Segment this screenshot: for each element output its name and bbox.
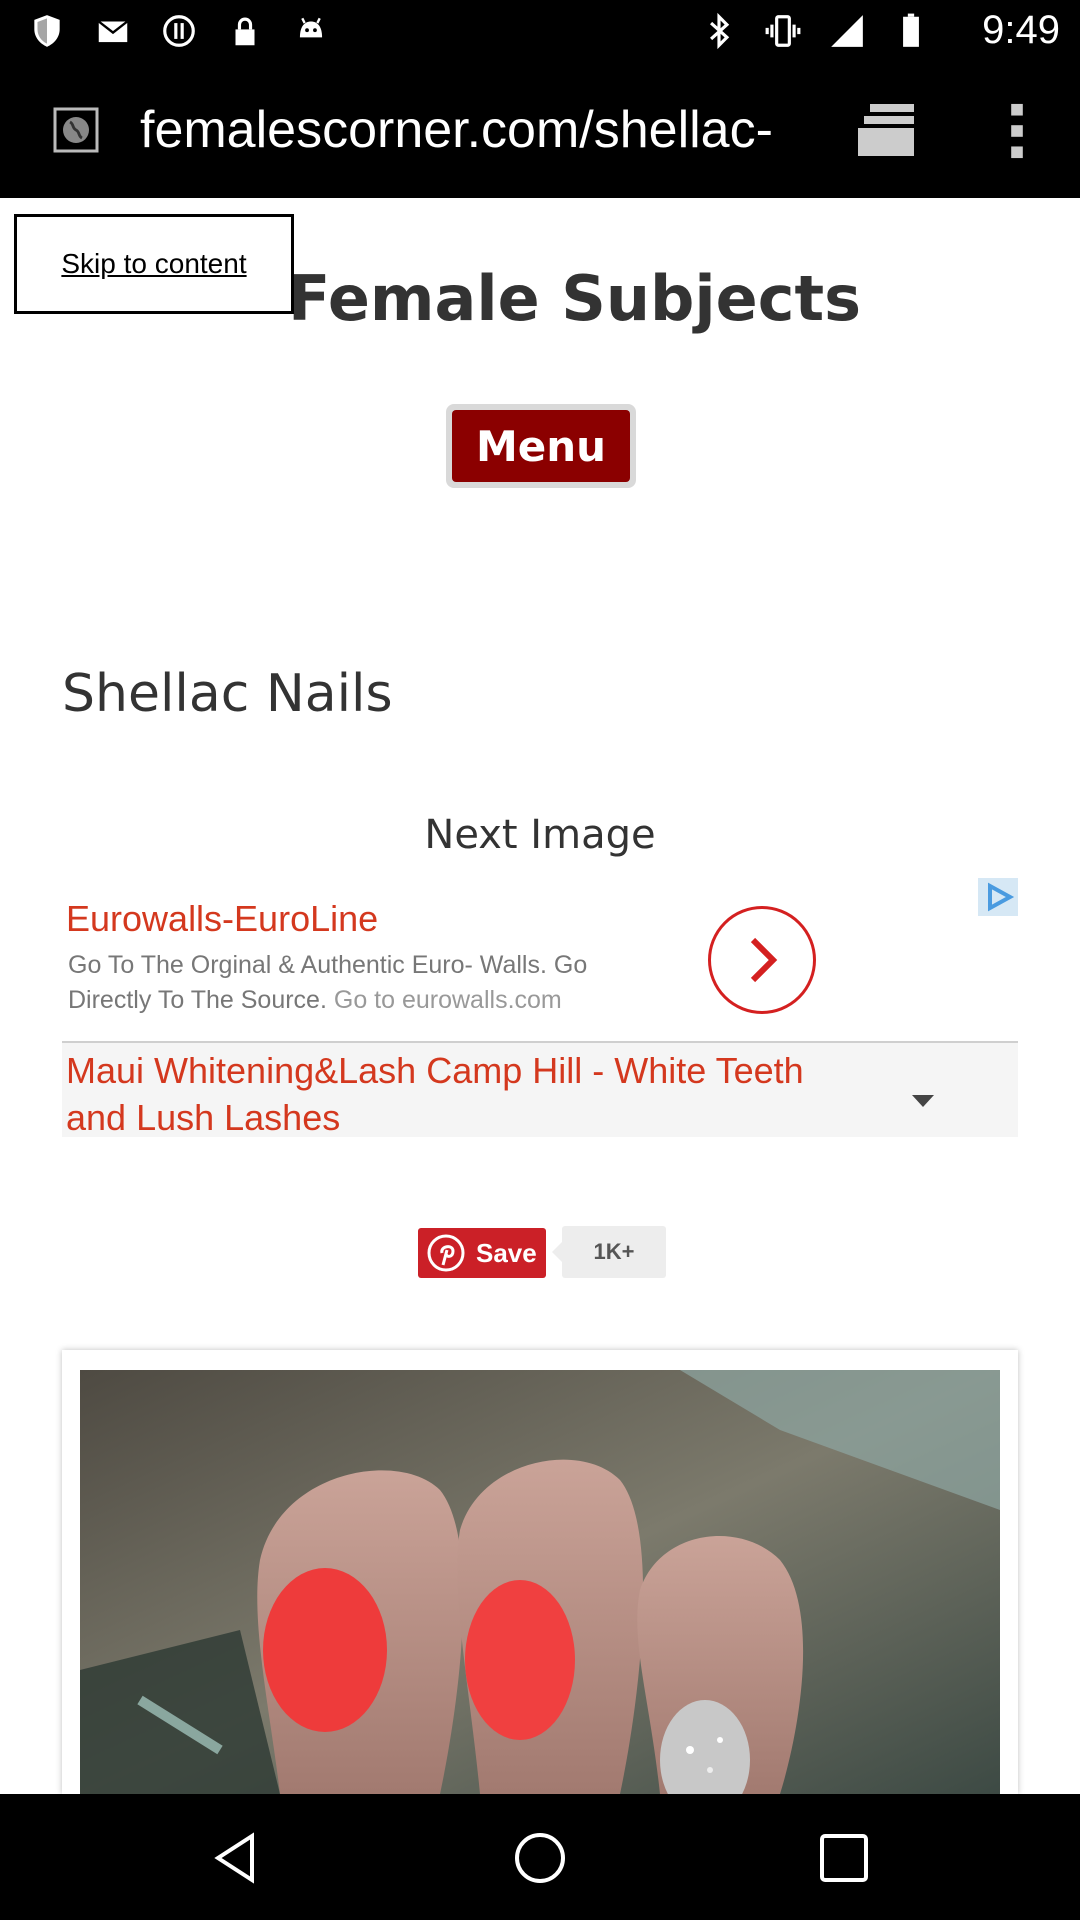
status-time: 9:49	[982, 8, 1060, 52]
post-image[interactable]	[80, 1370, 1000, 1794]
menu-button-frame: Menu	[446, 404, 636, 488]
url-bar[interactable]: femalescorner.com/shellac-	[140, 98, 805, 162]
site-title[interactable]: Female Subjects	[288, 262, 861, 335]
caret-down-icon[interactable]	[912, 1095, 934, 1107]
next-image-link[interactable]: Next Image	[0, 812, 1080, 858]
ad-link[interactable]: Go to eurowalls.com	[334, 986, 562, 1014]
back-icon[interactable]	[206, 1828, 266, 1888]
more-vert-icon[interactable]	[1000, 102, 1034, 160]
tabs-icon[interactable]	[858, 102, 922, 158]
pinterest-count: 1K+	[552, 1226, 666, 1278]
battery-icon	[903, 13, 919, 47]
ad-description[interactable]: Go To The Orginal & Authentic Euro- Wall…	[68, 948, 668, 1018]
pinterest-save-button[interactable]: Save	[418, 1228, 546, 1278]
post-image-frame	[62, 1350, 1018, 1794]
browser-toolbar: femalescorner.com/shellac-	[0, 62, 1080, 198]
system-nav-bar	[0, 1794, 1080, 1920]
status-right-icons	[700, 12, 930, 50]
vibrate-icon	[765, 15, 801, 47]
skip-to-content-link[interactable]: Skip to content	[14, 214, 294, 314]
ad-open-button[interactable]	[708, 906, 816, 1014]
ad-second-listing[interactable]: Maui Whitening&Lash Camp Hill - White Te…	[62, 1043, 1018, 1138]
site-globe-icon[interactable]	[52, 106, 100, 154]
recents-icon[interactable]	[814, 1828, 874, 1888]
home-icon[interactable]	[510, 1828, 570, 1888]
bluetooth-icon	[710, 12, 730, 50]
lock-icon	[235, 17, 255, 46]
ad-choices-icon[interactable]	[978, 878, 1018, 916]
pinterest-save-label: Save	[476, 1237, 537, 1268]
signal-icon	[831, 15, 863, 47]
status-bar: 9:49	[0, 0, 1080, 62]
ad-second-title[interactable]: Maui Whitening&Lash Camp Hill - White Te…	[66, 1047, 826, 1141]
menu-button[interactable]: Menu	[452, 410, 630, 482]
android-icon	[299, 17, 323, 38]
ad-title[interactable]: Eurowalls-EuroLine	[66, 898, 378, 940]
mail-icon	[98, 20, 128, 43]
pinterest-icon	[427, 1234, 465, 1272]
alert-icon	[163, 15, 195, 47]
status-left-icons	[28, 12, 330, 50]
shield-icon	[34, 15, 60, 47]
chevron-right-icon	[750, 937, 778, 983]
post-title: Shellac Nails	[62, 664, 393, 724]
